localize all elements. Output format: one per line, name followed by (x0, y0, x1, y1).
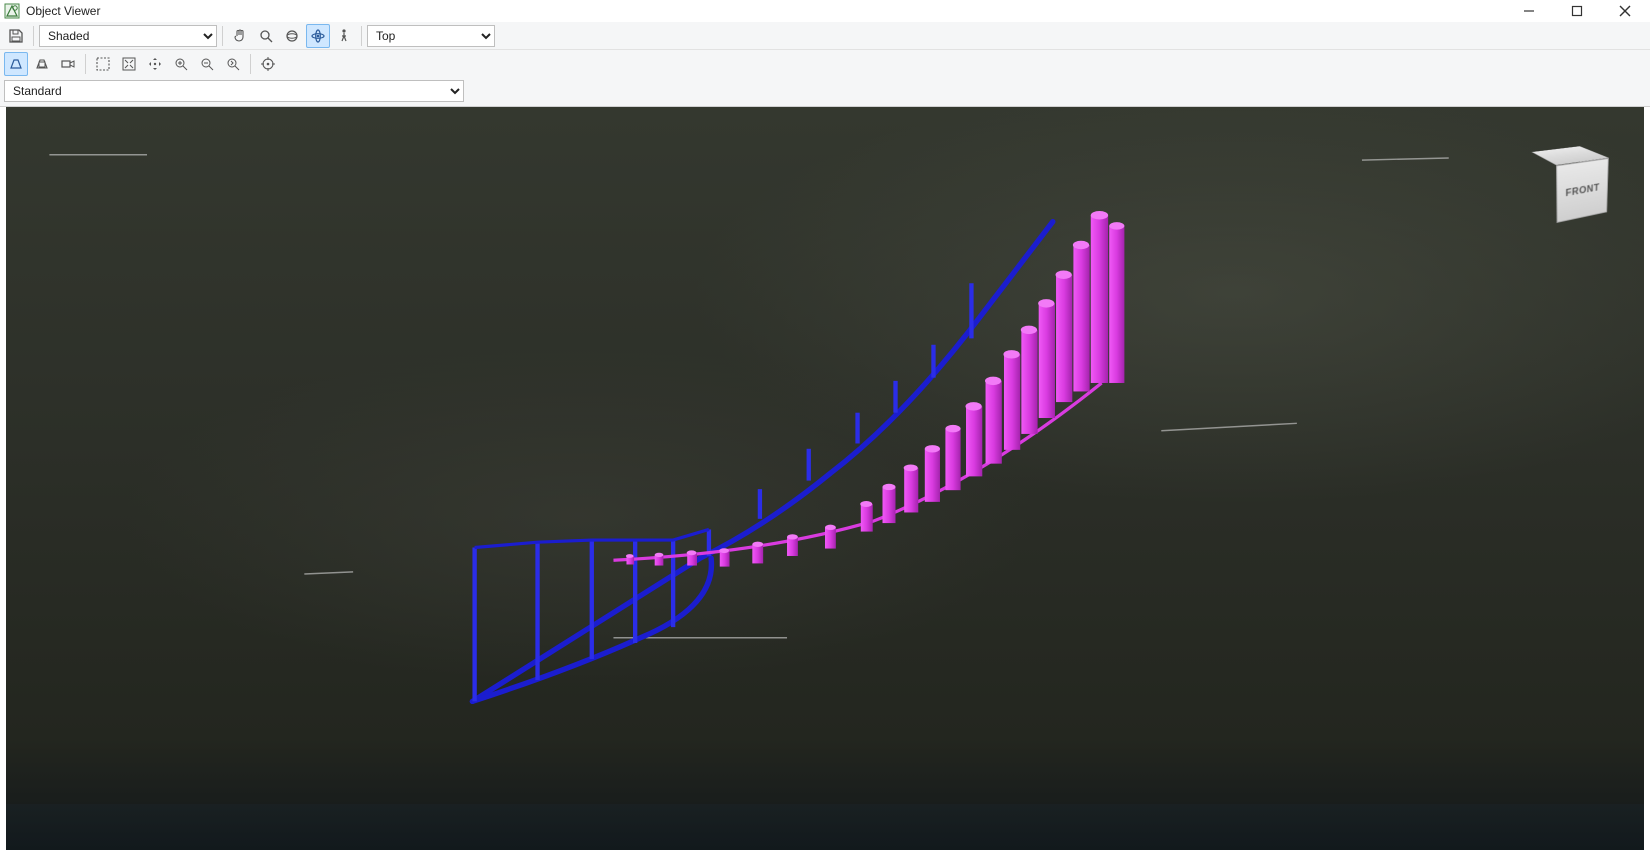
save-icon[interactable] (4, 24, 28, 48)
scene-svg (6, 107, 1644, 850)
orbit-free-icon[interactable] (280, 24, 304, 48)
toolbar-area: Shaded Top (0, 22, 1650, 107)
orbit-constrained-icon[interactable] (306, 24, 330, 48)
toolbar-row-3: Standard (0, 78, 1650, 106)
app-icon (4, 3, 20, 19)
target-icon[interactable] (256, 52, 280, 76)
walk-icon[interactable] (332, 24, 356, 48)
zoom-in-icon[interactable] (169, 52, 193, 76)
pan-icon[interactable] (228, 24, 252, 48)
toolbar-row-1: Shaded Top (0, 22, 1650, 50)
magenta-corridor (613, 211, 1124, 567)
perspective-object-icon[interactable] (30, 52, 54, 76)
zoom-extents-icon[interactable] (117, 52, 141, 76)
viewcube-front-face[interactable]: FRONT (1556, 158, 1609, 223)
zoom-window-icon[interactable] (91, 52, 115, 76)
perspective-toggle-icon[interactable] (4, 52, 28, 76)
view-direction-select[interactable]: Top (367, 25, 495, 47)
viewcube-front-label: FRONT (1566, 182, 1600, 199)
visual-style-select[interactable]: Shaded (39, 25, 217, 47)
zoom-realtime-icon[interactable] (221, 52, 245, 76)
pan-realtime-icon[interactable] (143, 52, 167, 76)
zoom-out-icon[interactable] (195, 52, 219, 76)
window-title: Object Viewer (26, 4, 100, 18)
minimize-button[interactable] (1514, 0, 1544, 22)
standard-select[interactable]: Standard (4, 80, 464, 102)
viewport-3d[interactable]: FRONT (6, 107, 1644, 850)
maximize-button[interactable] (1562, 0, 1592, 22)
toolbar-row-2 (0, 50, 1650, 78)
close-button[interactable] (1610, 0, 1640, 22)
terrain-edge-hints (49, 155, 1448, 638)
zoom-icon[interactable] (254, 24, 278, 48)
titlebar: Object Viewer (0, 0, 1650, 22)
viewcube[interactable]: FRONT (1534, 147, 1604, 217)
blue-alignment (472, 222, 1052, 702)
camera-icon[interactable] (56, 52, 80, 76)
magenta-cylinders (626, 211, 1124, 567)
window-controls (1514, 0, 1646, 22)
